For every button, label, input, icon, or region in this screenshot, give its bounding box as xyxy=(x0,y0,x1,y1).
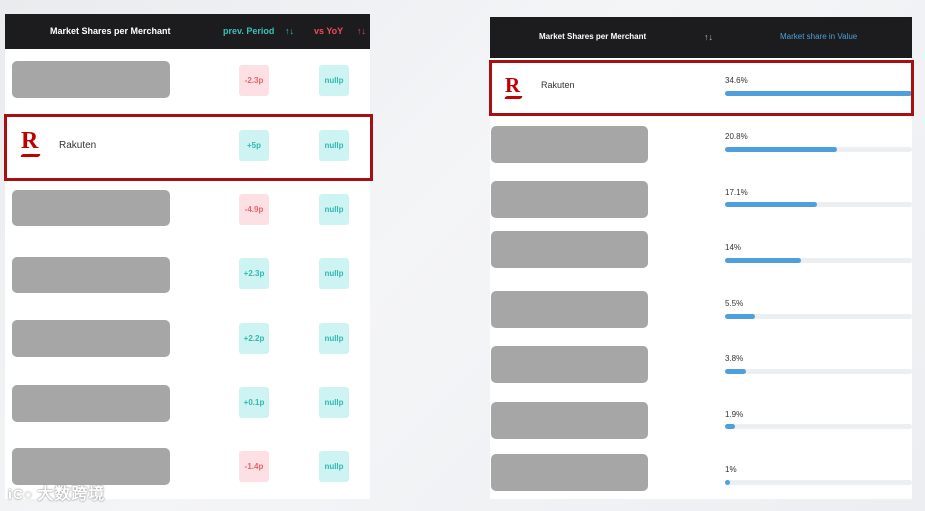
watermark-logo-icon: iC◌ xyxy=(8,486,34,502)
prev-period-badge: +2.2p xyxy=(239,323,269,354)
merchant-column-header: Market Shares per Merchant xyxy=(539,32,647,41)
merchant-column-header: Market Shares per Merchant xyxy=(50,26,171,36)
redacted-merchant xyxy=(491,346,648,383)
share-bar-track xyxy=(725,202,912,207)
share-bar xyxy=(725,314,755,319)
share-value-column-header[interactable]: Market share in Value xyxy=(780,32,857,41)
share-bar-track xyxy=(725,424,912,429)
prev-period-badge: +0.1p xyxy=(239,387,269,418)
yoy-badge: nullp xyxy=(319,65,349,96)
share-bar xyxy=(725,147,838,152)
redacted-merchant xyxy=(12,385,170,422)
redacted-merchant xyxy=(491,454,648,491)
share-value: 14% xyxy=(725,243,742,252)
prev-period-badge: -4.9p xyxy=(239,194,269,225)
prev-period-badge: -2.3p xyxy=(239,65,269,96)
redacted-merchant xyxy=(12,61,170,98)
share-value: 3.8% xyxy=(725,354,744,363)
share-value: 5.5% xyxy=(725,299,744,308)
share-bar xyxy=(725,369,746,374)
yoy-badge: nullp xyxy=(319,194,349,225)
redacted-merchant xyxy=(491,126,648,163)
share-bar xyxy=(725,424,736,429)
yoy-badge: nullp xyxy=(319,323,349,354)
share-bar-track xyxy=(725,314,912,319)
redacted-merchant xyxy=(12,190,170,226)
redacted-merchant xyxy=(491,181,648,218)
share-value: 1.9% xyxy=(725,410,744,419)
share-bar-track xyxy=(725,480,912,485)
prev-period-column-header[interactable]: prev. Period xyxy=(223,26,274,36)
share-value: 20.8% xyxy=(725,132,748,141)
share-value: 1% xyxy=(725,465,737,474)
share-bar xyxy=(725,480,731,485)
redacted-merchant xyxy=(491,291,648,328)
watermark: iC◌ 大数跨境 xyxy=(8,486,106,503)
redacted-merchant xyxy=(491,231,648,268)
merchant-sort-icon[interactable]: ↑↓ xyxy=(704,32,713,42)
redacted-merchant xyxy=(12,257,170,293)
prev-period-badge: -1.4p xyxy=(239,451,269,482)
prev-period-sort-icon[interactable]: ↑↓ xyxy=(285,26,294,36)
share-bar xyxy=(725,258,801,263)
rakuten-highlight-box xyxy=(489,60,914,116)
share-value: 17.1% xyxy=(725,188,748,197)
yoy-badge: nullp xyxy=(319,451,349,482)
prev-period-badge: +2.3p xyxy=(239,258,269,289)
share-bar xyxy=(725,202,818,207)
redacted-merchant xyxy=(491,402,648,439)
rakuten-highlight-box xyxy=(4,114,373,181)
yoy-column-header[interactable]: vs YoY xyxy=(314,26,343,36)
left-market-share-table: Market Shares per Merchant prev. Period … xyxy=(5,14,370,499)
left-table-header: Market Shares per Merchant prev. Period … xyxy=(5,14,370,49)
yoy-sort-icon[interactable]: ↑↓ xyxy=(357,26,366,36)
yoy-badge: nullp xyxy=(319,387,349,418)
share-bar-track xyxy=(725,369,912,374)
share-bar-track xyxy=(725,147,912,152)
yoy-badge: nullp xyxy=(319,258,349,289)
share-bar-track xyxy=(725,258,912,263)
right-table-header: Market Shares per Merchant ↑↓ Market sha… xyxy=(490,17,912,58)
redacted-merchant xyxy=(12,320,170,357)
